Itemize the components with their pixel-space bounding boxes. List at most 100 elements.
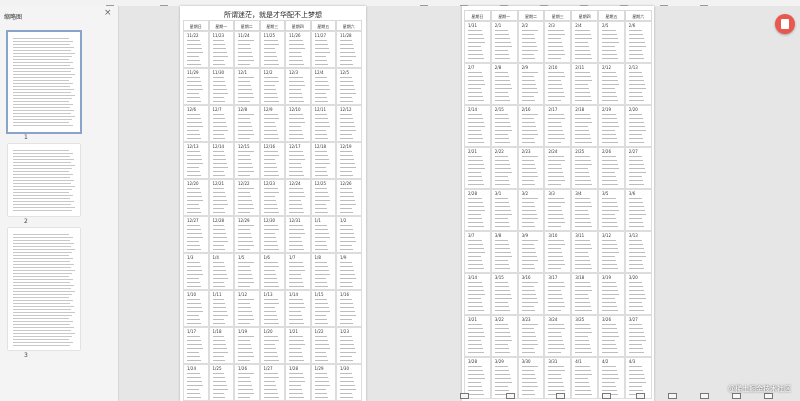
day-date: 1/2 [340, 218, 347, 223]
task-line [340, 167, 356, 168]
day-date: 1/19 [238, 329, 247, 334]
thumbnail-sidebar: 缩略图 × 1 2 3 [0, 6, 119, 401]
task-line [187, 336, 200, 337]
task-line [494, 340, 512, 341]
task-line [548, 294, 563, 295]
task-line [263, 48, 275, 49]
task-line [548, 256, 564, 257]
task-line [314, 48, 329, 49]
task-line [494, 184, 510, 185]
task-line [238, 81, 250, 82]
task-line [314, 97, 327, 98]
day-date: 11/23 [212, 33, 225, 38]
task-line [468, 348, 483, 349]
thumbnail-text-line [13, 297, 69, 298]
calendar-day-cell: 1/27 [259, 364, 285, 401]
toolbar-icon[interactable] [556, 393, 565, 399]
task-line [628, 164, 644, 165]
task-line [494, 142, 510, 143]
calendar-day-cell: 2/1 [490, 21, 518, 63]
task-line [314, 352, 326, 353]
toolbar-icon[interactable] [602, 393, 611, 399]
task-line [548, 198, 565, 199]
task-line [212, 381, 226, 382]
toolbar-icon[interactable] [420, 0, 428, 6]
calendar-day-cell: 2/19 [598, 105, 625, 147]
task-line [602, 390, 617, 391]
toolbar-icon[interactable] [700, 393, 709, 399]
calendar-day-cell: 2/20 [624, 105, 652, 147]
task-line [521, 366, 539, 367]
thumbnail-text-line [13, 98, 72, 99]
task-line [340, 97, 352, 98]
task-line [212, 60, 224, 61]
task-line [548, 176, 565, 177]
task-line [628, 260, 642, 261]
task-line [575, 382, 589, 383]
task-line [548, 214, 564, 215]
day-date: 2/11 [575, 65, 585, 70]
toolbar-icon[interactable] [660, 0, 668, 6]
task-line [289, 200, 301, 201]
day-date: 3/12 [602, 233, 611, 238]
toolbar-icon[interactable] [636, 393, 645, 399]
task-line [548, 366, 565, 367]
task-line [521, 72, 539, 73]
task-line [468, 34, 483, 35]
task-line [212, 212, 225, 213]
task-line [494, 38, 510, 39]
calendar-day-cell: 11/28 [336, 31, 362, 68]
thumbnail-text-line [13, 174, 73, 175]
task-line [602, 374, 618, 375]
task-line [212, 192, 225, 193]
thumbnail-title: 缩略图 [4, 14, 23, 21]
task-line [602, 38, 618, 39]
task-line [628, 42, 645, 43]
day-date: 2/16 [521, 107, 531, 112]
task-line [340, 270, 354, 271]
page-thumbnail-3[interactable] [8, 228, 80, 350]
task-line [187, 101, 201, 102]
task-line [521, 332, 536, 333]
task-line [289, 323, 304, 324]
task-line [289, 377, 304, 378]
task-line [628, 240, 642, 241]
day-date: 12/11 [314, 107, 327, 112]
task-line [238, 52, 252, 53]
task-line [314, 93, 326, 94]
task-line [289, 118, 304, 119]
task-line [238, 89, 252, 90]
task-line [548, 206, 562, 207]
task-line [212, 196, 226, 197]
task-line [628, 244, 643, 245]
task-line [314, 204, 326, 205]
toolbar-icon[interactable] [160, 0, 168, 6]
task-line [468, 286, 483, 287]
toolbar-icon[interactable] [460, 393, 469, 399]
document-action-button[interactable] [775, 14, 795, 34]
day-date: 1/8 [314, 255, 321, 260]
toolbar-icon[interactable] [700, 0, 708, 6]
task-line [575, 324, 590, 325]
task-line [289, 138, 304, 139]
day-date: 2/10 [548, 65, 558, 70]
task-line [494, 382, 512, 383]
task-line [263, 97, 278, 98]
toolbar-icon[interactable] [506, 393, 515, 399]
task-line [263, 114, 278, 115]
task-line [263, 151, 278, 152]
toolbar-icon[interactable] [668, 393, 677, 399]
day-date: 1/10 [187, 292, 196, 297]
page-thumbnail-1[interactable] [6, 30, 82, 134]
task-line [575, 340, 589, 341]
task-line [468, 198, 482, 199]
day-date: 1/21 [289, 329, 298, 334]
task-line [521, 260, 539, 261]
task-line [187, 389, 199, 390]
task-line [494, 130, 512, 131]
close-sidebar-button[interactable]: × [104, 9, 112, 18]
task-line [548, 96, 566, 97]
page-thumbnail-2[interactable] [8, 144, 80, 216]
task-line [289, 266, 304, 267]
task-line [212, 352, 228, 353]
